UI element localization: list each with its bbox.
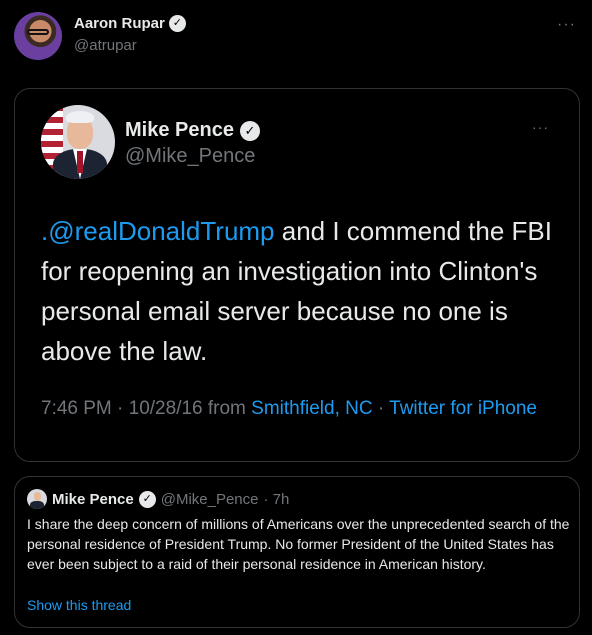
quoted-handle: @Mike_Pence bbox=[160, 490, 259, 508]
author-name-row[interactable]: Aaron Rupar ✓ bbox=[74, 15, 186, 32]
embedded-name: Mike Pence bbox=[125, 119, 234, 141]
embedded-timestamp: 7:46 PM · 10/28/16 from bbox=[41, 398, 252, 419]
quoted-name: Mike Pence bbox=[52, 490, 134, 508]
more-horizontal-icon[interactable]: ··· bbox=[557, 16, 576, 34]
author-name[interactable]: Aaron Rupar bbox=[74, 15, 165, 32]
embedded-tweet-image[interactable]: Mike Pence ✓ @Mike_Pence ··· .@realDonal… bbox=[14, 88, 580, 462]
quoted-header: Mike Pence ✓ @Mike_Pence · 7h bbox=[27, 489, 289, 509]
verified-badge-icon: ✓ bbox=[168, 15, 186, 32]
tweet-header: Aaron Rupar ✓ @atrupar ··· bbox=[14, 12, 582, 62]
embedded-handle: @Mike_Pence bbox=[125, 145, 256, 167]
verified-badge-icon: ✓ bbox=[138, 490, 156, 508]
embedded-location: Smithfield, NC bbox=[251, 398, 373, 419]
quoted-tweet[interactable]: Mike Pence ✓ @Mike_Pence · 7h I share th… bbox=[14, 476, 580, 628]
quoted-text: I share the deep concern of millions of … bbox=[27, 516, 570, 572]
quoted-avatar bbox=[27, 489, 47, 509]
verified-badge-icon: ✓ bbox=[239, 120, 260, 141]
embedded-avatar bbox=[41, 105, 115, 179]
author-avatar[interactable] bbox=[14, 12, 62, 60]
more-horizontal-icon: ··· bbox=[532, 119, 549, 135]
meta-separator: · bbox=[372, 398, 390, 419]
embedded-source: Twitter for iPhone bbox=[389, 398, 537, 419]
author-handle[interactable]: @atrupar bbox=[74, 37, 137, 54]
embedded-meta: 7:46 PM · 10/28/16 from Smithfield, NC ·… bbox=[41, 395, 561, 423]
embedded-name-row: Mike Pence ✓ bbox=[125, 119, 260, 142]
show-thread-link[interactable]: Show this thread bbox=[27, 597, 131, 613]
mention-link: .@realDonaldTrump bbox=[41, 216, 275, 246]
embedded-tweet-text: .@realDonaldTrump and I commend the FBI … bbox=[41, 211, 561, 371]
quoted-time: · 7h bbox=[263, 490, 290, 508]
